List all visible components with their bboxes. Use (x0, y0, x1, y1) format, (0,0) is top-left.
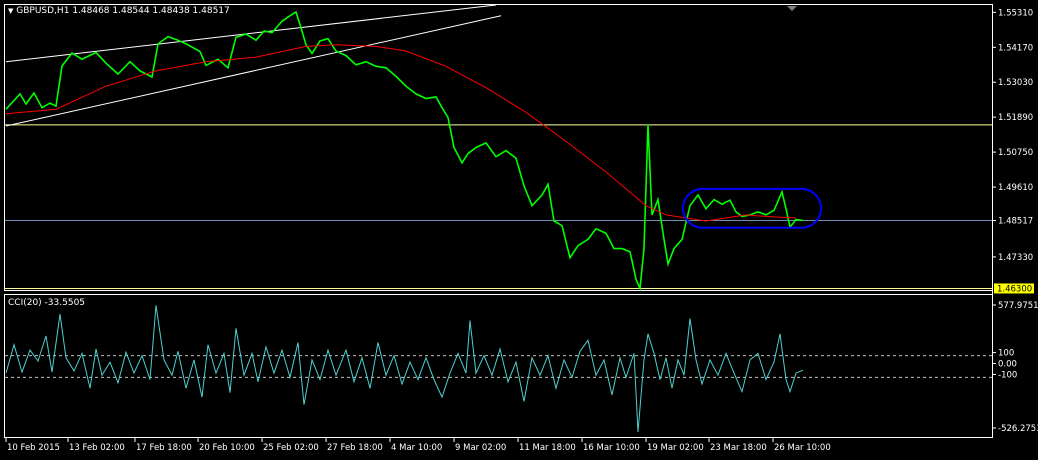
cci-tick-3: -100 (998, 370, 1017, 380)
chart-container[interactable]: 1.55310 1.54170 1.53030 1.51890 1.50750 1.496… (0, 0, 1038, 457)
chart-menu-arrow-icon[interactable]: ▼ (8, 7, 13, 15)
time-tick-4: 25 Feb 02:00 (263, 443, 319, 453)
time-axis: 10 Feb 2015 13 Feb 02:00 17 Feb 18:00 20 Fe… (5, 437, 831, 453)
price-tick-5: 1.49610 (998, 183, 1033, 193)
cci-tick-1: 100 (998, 349, 1014, 359)
time-tick-3: 20 Feb 10:00 (199, 443, 255, 453)
price-tick-8: 1.46300 (997, 284, 1032, 294)
price-tick-0: 1.55310 (998, 8, 1033, 18)
cci-header: CCI(20) -33.5505 (8, 298, 86, 308)
chart-header: ▼ GBPUSD,H1 1.48468 1.48544 1.48438 1.48… (8, 6, 230, 16)
price-pane: 1.55310 1.54170 1.53030 1.51890 1.50750 1.496… (5, 4, 1034, 294)
cci-tick-4: -526.2753 (998, 424, 1038, 434)
time-tick-6: 4 Mar 10:00 (391, 443, 442, 453)
chart-shift-marker[interactable] (787, 6, 797, 11)
cci-tick-2: 0.00 (998, 360, 1017, 370)
ohlc-values: 1.48468 1.48544 1.48438 1.48517 (72, 6, 230, 16)
price-tick-7: 1.47330 (998, 253, 1033, 263)
time-tick-10: 19 Mar 02:00 (647, 443, 704, 453)
series-cci (5, 305, 804, 433)
time-tick-8: 11 Mar 18:00 (519, 443, 576, 453)
time-tick-11: 23 Mar 18:00 (710, 443, 767, 453)
channel-line-1 (5, 15, 502, 127)
price-tick-2: 1.53030 (998, 78, 1033, 88)
series-gbpusd (5, 10, 804, 292)
time-tick-12: 26 Mar 10:00 (774, 443, 831, 453)
price-tick-4: 1.50750 (998, 148, 1033, 158)
time-tick-0: 10 Feb 2015 (7, 443, 60, 453)
indicator-pane-frame (4, 294, 993, 438)
highlight-box (682, 187, 822, 229)
series-ma (5, 44, 797, 222)
time-tick-9: 16 Mar 10:00 (583, 443, 640, 453)
main-pane-frame (4, 4, 993, 291)
symbol-timeframe: GBPUSD,H1 (16, 6, 70, 16)
chart-canvas[interactable]: 1.55310 1.54170 1.53030 1.51890 1.50750 1.496… (0, 0, 1038, 457)
time-tick-5: 27 Feb 18:00 (327, 443, 383, 453)
time-tick-2: 17 Feb 18:00 (136, 443, 192, 453)
price-tick-6: 1.48517 (998, 217, 1033, 227)
price-tick-3: 1.51890 (998, 113, 1033, 123)
price-tick-1: 1.54170 (998, 43, 1033, 53)
cci-tick-0: 577.9751 (998, 301, 1038, 311)
time-tick-1: 13 Feb 02:00 (69, 443, 125, 453)
time-tick-7: 9 Mar 02:00 (455, 443, 506, 453)
cci-pane: 577.9751 1000.00-100 -526.2753 (5, 301, 1038, 434)
